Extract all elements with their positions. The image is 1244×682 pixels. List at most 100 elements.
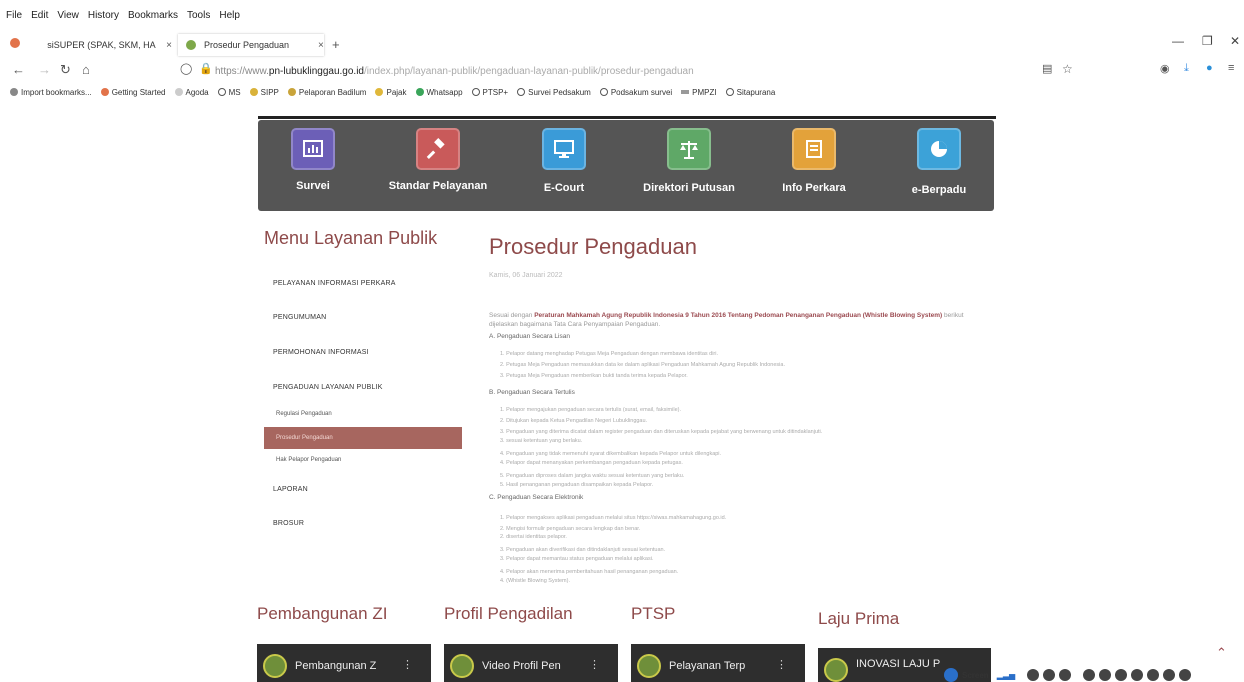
browser-tabbar: siSUPER (SPAK, SKM, HARIAN) | D: × Prose…	[0, 32, 1244, 60]
download-icon[interactable]: ⤓	[1184, 62, 1189, 75]
list-item: 4. Pelapor akan menerima pemberitahuan h…	[500, 569, 679, 575]
quicklink-label: Info Perkara	[782, 182, 846, 194]
tab-title: Prosedur Pengaduan	[204, 40, 290, 50]
highlight-icon[interactable]	[1147, 669, 1160, 681]
sidebar-item-pelayanan-informasi[interactable]: Pelayanan Informasi Perkara	[264, 280, 462, 287]
cursor-icon[interactable]	[1163, 669, 1176, 681]
pause-icon[interactable]	[1043, 669, 1056, 681]
menu-edit[interactable]: Edit	[31, 10, 48, 21]
bookmark-item[interactable]: SIPP	[249, 88, 279, 97]
bookmark-item[interactable]: Survei Pedsakum	[517, 88, 591, 97]
quicklink-info-perkara[interactable]: Info Perkara	[759, 128, 869, 194]
quicklink-e-court[interactable]: E-Court	[509, 128, 619, 194]
screen-label: Screen	[962, 670, 989, 680]
lock-icon[interactable]: 🔒	[199, 62, 213, 75]
video-ptsp[interactable]: Pelayanan Terp ⋮	[631, 644, 805, 682]
extension-icon[interactable]: ●	[1206, 62, 1213, 74]
more-options-icon[interactable]: ⋮	[402, 658, 413, 671]
quicklinks-bar: Survei Standar Pelayanan E-Court Direkto…	[258, 120, 994, 211]
more-options-icon[interactable]: ⋮	[776, 658, 787, 671]
shield-icon[interactable]: ◯	[180, 62, 192, 75]
bookmark-item[interactable]: Import bookmarks...	[10, 88, 92, 97]
sidebar-item-laporan[interactable]: Laporan	[264, 486, 462, 493]
app-menu-icon[interactable]: ≡	[1228, 62, 1234, 74]
bookmark-item[interactable]: PTSP+	[471, 88, 508, 97]
tab-sisuper[interactable]: siSUPER (SPAK, SKM, HARIAN) | D: ×	[30, 34, 172, 56]
screen-reader-toolbar: Screen ▂▃▅	[944, 668, 1244, 682]
quicklink-e-berpadu[interactable]: e-Berpadu	[884, 128, 994, 196]
regulation-link[interactable]: Peraturan Mahkamah Agung Republik Indone…	[534, 312, 942, 319]
quicklink-survei[interactable]: Survei	[258, 128, 368, 192]
screen-icon[interactable]	[944, 668, 958, 682]
bookmark-item[interactable]: PMPZI	[681, 88, 717, 97]
sidebar-item-brosur[interactable]: Brosur	[264, 520, 462, 527]
menu-view[interactable]: View	[57, 10, 79, 21]
tab-close-icon[interactable]: ×	[318, 40, 324, 51]
close-window-button[interactable]: ✕	[1230, 34, 1240, 48]
restore-button[interactable]: ❐	[1202, 34, 1213, 48]
book-icon	[792, 128, 836, 170]
bookmark-item[interactable]: Pajak	[375, 88, 407, 97]
menu-bookmarks[interactable]: Bookmarks	[128, 10, 178, 21]
list-item: 2. Petugas Meja Pengaduan memasukkan dat…	[500, 362, 785, 368]
section-heading-tertulis: B. Pengaduan Secara Tertulis	[489, 389, 575, 396]
firefox-view-icon[interactable]	[10, 38, 20, 48]
sidebar-subitem-regulasi[interactable]: Regulasi Pengaduan	[264, 411, 462, 417]
sidebar-subitem-hak-pelapor[interactable]: Hak Pelapor Pengaduan	[264, 457, 462, 463]
bookmark-item[interactable]: MS	[217, 88, 241, 97]
reset-icon[interactable]	[1179, 669, 1192, 681]
more-options-icon[interactable]: ⋮	[589, 658, 600, 671]
scroll-to-top-icon[interactable]: ⌃	[1216, 645, 1227, 661]
contrast-icon[interactable]	[1115, 669, 1128, 681]
bookmark-item[interactable]: Sitapurana	[725, 88, 775, 97]
quicklink-direktori-putusan[interactable]: Direktori Putusan	[634, 128, 744, 194]
bookmark-item[interactable]: Agoda	[174, 88, 209, 97]
url-prefix: https://www.	[215, 65, 269, 77]
menu-help[interactable]: Help	[219, 10, 240, 21]
bookmark-item[interactable]: Podsakum survei	[599, 88, 672, 97]
video-pembangunan-zi[interactable]: Pembangunan Z ⋮	[257, 644, 431, 682]
video-title: INOVASI LAJU P	[856, 658, 941, 670]
bookmark-item[interactable]: Getting Started	[100, 88, 166, 97]
list-item: 3. Pelapor dapat memantau status pengadu…	[500, 556, 654, 562]
menu-tools[interactable]: Tools	[187, 10, 210, 21]
reload-icon[interactable]: ↻	[60, 62, 71, 78]
sidebar-title: Menu Layanan Publik	[264, 228, 438, 248]
minimize-button[interactable]: —	[1172, 34, 1184, 48]
settings-icon[interactable]	[1083, 669, 1096, 681]
section-title-laju-prima: Laju Prima	[818, 609, 900, 628]
play-icon[interactable]	[1027, 669, 1040, 681]
list-item: 5. Hasil penanganan pengaduan disampaika…	[500, 482, 654, 488]
section-heading-elektronik: C. Pengaduan Secara Elektronik	[489, 494, 584, 501]
forward-icon[interactable]: →	[38, 62, 51, 77]
menu-history[interactable]: History	[88, 10, 119, 21]
sidebar-item-pengumuman[interactable]: Pengumuman	[264, 314, 462, 321]
menu-file[interactable]: File	[6, 10, 22, 21]
quicklink-standar-pelayanan[interactable]: Standar Pelayanan	[383, 128, 493, 192]
new-tab-button[interactable]: +	[332, 37, 340, 52]
font-icon[interactable]	[1131, 669, 1144, 681]
bookmark-item[interactable]: Whatsapp	[415, 88, 463, 97]
zoom-icon[interactable]	[1099, 669, 1112, 681]
list-item: 2. Ditujukan kepada Ketua Pengadilan Neg…	[500, 418, 648, 424]
account-icon[interactable]: ◉	[1160, 62, 1170, 75]
back-icon[interactable]: ←	[12, 62, 25, 77]
home-icon[interactable]: ⌂	[82, 62, 90, 77]
video-profil-pengadilan[interactable]: Video Profil Pen ⋮	[444, 644, 618, 682]
globe-icon	[217, 88, 226, 96]
sidebar-item-permohonan-informasi[interactable]: Permohonan Informasi	[264, 349, 462, 356]
stop-icon[interactable]	[1059, 669, 1072, 681]
tab-title: siSUPER (SPAK, SKM, HARIAN) | D:	[47, 40, 156, 50]
sidebar-subitem-prosedur-active[interactable]: Prosedur Pengaduan	[264, 427, 462, 449]
tab-favicon-icon	[30, 40, 40, 50]
bookmark-item[interactable]: Pelaporan Badilum	[287, 88, 366, 97]
sidebar-item-pengaduan-layanan[interactable]: Pengaduan Layanan Publik	[264, 384, 462, 391]
url-host: pn-lubuklinggau.go.id	[268, 65, 364, 77]
reader-view-icon[interactable]: ▤	[1042, 62, 1052, 75]
bookmark-star-icon[interactable]: ☆	[1062, 62, 1073, 76]
list-item: 5. Pengaduan diproses dalam jangka waktu…	[500, 473, 685, 479]
section-heading-lisan: A. Pengaduan Secara Lisan	[489, 333, 570, 340]
tab-close-icon[interactable]: ×	[166, 40, 172, 51]
url-bar[interactable]: https://www. pn-lubuklinggau.go.id /inde…	[215, 62, 1035, 80]
tab-prosedur-pengaduan[interactable]: Prosedur Pengaduan ×	[178, 34, 324, 56]
